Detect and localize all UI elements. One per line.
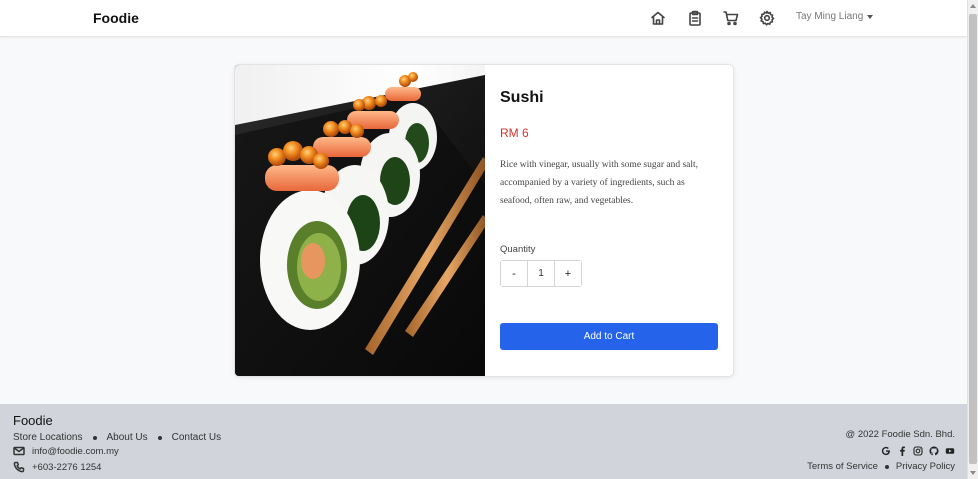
cart-icon[interactable] [722, 9, 740, 27]
product-description: Rice with vinegar, usually with some sug… [500, 160, 699, 206]
social-links [881, 445, 955, 456]
quantity-stepper: - 1 + [500, 260, 582, 287]
home-icon[interactable] [649, 9, 667, 27]
bullet-separator [157, 435, 162, 440]
store-locations-link[interactable]: Store Locations [13, 432, 83, 443]
bullet-separator [92, 435, 97, 440]
contact-us-link[interactable]: Contact Us [172, 432, 221, 443]
phone-text: +603-2276 1254 [32, 461, 102, 473]
terms-of-service-link[interactable]: Terms of Service [807, 461, 878, 472]
clipboard-icon[interactable] [686, 9, 704, 27]
quantity-input[interactable]: 1 [527, 261, 555, 286]
privacy-policy-link[interactable]: Privacy Policy [896, 461, 955, 472]
product-name: Sushi [500, 89, 544, 106]
about-us-link[interactable]: About Us [107, 432, 148, 443]
add-to-cart-button[interactable]: Add to Cart [500, 323, 718, 350]
google-icon[interactable] [881, 445, 891, 456]
phone-icon [13, 461, 25, 473]
email-text: info@foodie.com.my [32, 445, 119, 457]
product-image [235, 65, 485, 376]
top-navbar: Foodie Tay Ming Liang [0, 0, 967, 37]
footer-email: info@foodie.com.my [13, 445, 119, 457]
chevron-down-icon [867, 14, 874, 19]
github-icon[interactable] [929, 445, 939, 456]
product-price: RM 6 [500, 126, 529, 140]
instagram-icon[interactable] [913, 445, 923, 456]
decrement-button[interactable]: - [501, 261, 527, 286]
user-name: Tay Ming Liang [796, 11, 864, 22]
envelope-icon [13, 446, 25, 456]
increment-button[interactable]: + [555, 261, 581, 286]
user-menu[interactable]: Tay Ming Liang [796, 11, 874, 22]
brand-logo[interactable]: Foodie [93, 10, 139, 26]
facebook-icon[interactable] [897, 445, 907, 456]
footer-phone: +603-2276 1254 [13, 461, 101, 473]
footer-links: Store Locations About Us Contact Us [13, 432, 221, 443]
product-card: Sushi RM 6 Rice with vinegar, usually wi… [234, 64, 734, 377]
bullet-separator [884, 464, 889, 469]
scroll-down-arrow-icon[interactable] [970, 471, 976, 475]
youtube-icon[interactable] [945, 445, 955, 456]
scroll-up-arrow-icon[interactable] [970, 4, 976, 8]
scroll-thumb[interactable] [969, 14, 977, 464]
quantity-label: Quantity [500, 244, 536, 255]
gear-icon[interactable] [758, 9, 776, 27]
product-details: Sushi RM 6 Rice with vinegar, usually wi… [500, 65, 718, 376]
footer: Foodie Store Locations About Us Contact … [0, 404, 967, 479]
footer-brand: Foodie [13, 413, 53, 428]
copyright: @ 2022 Foodie Sdn. Bhd. [845, 429, 955, 440]
page-scrollbar[interactable] [967, 0, 978, 479]
legal-links: Terms of Service Privacy Policy [807, 461, 955, 472]
